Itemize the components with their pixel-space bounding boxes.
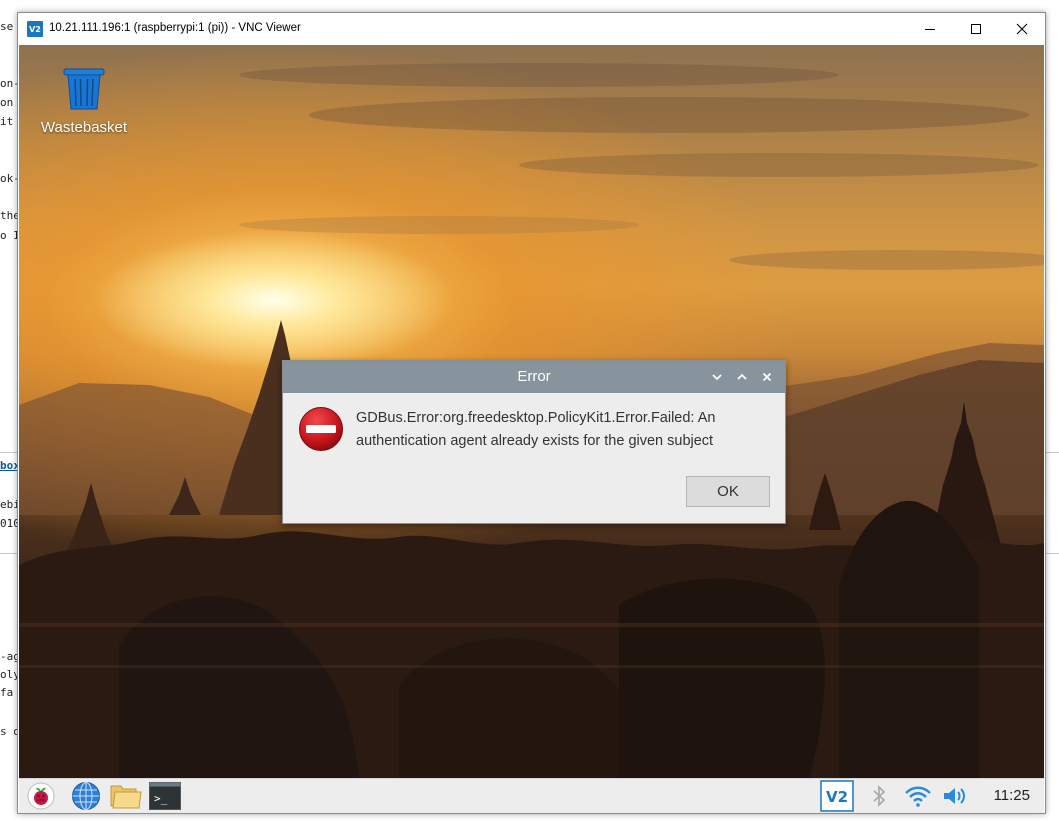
background-text-line: on-(	[0, 77, 18, 90]
chevron-down-icon	[712, 374, 722, 381]
error-dialog: Error GDBus.Error:org.freedesktop.Policy…	[282, 360, 786, 524]
vnc-titlebar[interactable]: V2 10.21.111.196:1 (raspberrypi:1 (pi)) …	[18, 13, 1045, 45]
background-text-line: the	[0, 209, 18, 222]
vnc-tray-icon: V2	[820, 780, 854, 812]
background-text-line: -age	[0, 650, 18, 663]
background-text-line: se s	[0, 20, 18, 33]
dialog-message: GDBus.Error:org.freedesktop.PolicyKit1.E…	[356, 410, 716, 449]
web-browser-button[interactable]	[70, 782, 102, 810]
bluetooth-icon	[873, 785, 886, 807]
folder-icon	[110, 785, 142, 809]
vnc-app-icon[interactable]: V2	[27, 21, 43, 37]
vnc-tray-text: V2	[826, 788, 848, 806]
clock[interactable]: 11:25	[994, 779, 1030, 813]
wallpaper-clouds	[239, 63, 1044, 270]
terminal-icon: >_	[149, 782, 181, 810]
file-manager-button[interactable]	[109, 782, 143, 810]
raspberry-icon	[27, 782, 55, 810]
background-text-line: 010	[0, 517, 18, 530]
wastebasket-desktop-icon[interactable]: Wastebasket	[29, 67, 139, 136]
vnc-viewer-window: V2 10.21.111.196:1 (raspberrypi:1 (pi)) …	[17, 12, 1046, 814]
taskbar: >_ V2 11:25	[19, 778, 1044, 813]
raspberry-menu-button[interactable]	[25, 782, 57, 810]
volume-button[interactable]	[940, 782, 970, 810]
bluetooth-button[interactable]	[867, 782, 891, 810]
dialog-minimize-button[interactable]	[709, 369, 725, 385]
wifi-icon	[905, 786, 931, 807]
error-icon	[299, 407, 343, 451]
background-window: se s on-( on it ok-p the o I box ebi 010…	[0, 0, 18, 821]
dialog-titlebar[interactable]: Error	[283, 361, 785, 393]
wastebasket-label: Wastebasket	[40, 119, 128, 136]
close-icon	[762, 372, 772, 382]
background-divider	[0, 452, 18, 453]
background-text-line: it	[0, 115, 14, 128]
terminal-button[interactable]: >_	[148, 782, 182, 810]
window-title: 10.21.111.196:1 (raspberrypi:1 (pi)) - V…	[49, 22, 301, 34]
maximize-button[interactable]	[953, 13, 999, 45]
close-icon	[1016, 23, 1028, 35]
globe-icon	[72, 782, 100, 810]
dialog-maximize-button[interactable]	[734, 369, 750, 385]
background-divider	[0, 553, 18, 554]
chevron-up-icon	[737, 373, 747, 380]
close-button[interactable]	[999, 13, 1045, 45]
background-text-line: ebi	[0, 498, 18, 511]
minimize-icon	[925, 29, 935, 30]
speaker-icon	[944, 788, 965, 804]
background-text-line: s o	[0, 725, 18, 738]
background-text-line: ok-p	[0, 172, 18, 185]
ok-button[interactable]: OK	[686, 476, 770, 507]
background-text-line: o I	[0, 229, 18, 242]
maximize-icon	[971, 24, 981, 34]
background-text-line: oly	[0, 668, 18, 681]
wastebasket-icon	[63, 68, 105, 110]
dialog-close-button[interactable]	[759, 369, 775, 385]
background-link: box	[0, 459, 18, 472]
minimize-button[interactable]	[907, 13, 953, 45]
background-text-line: on	[0, 96, 14, 109]
svg-text:>_: >_	[154, 792, 168, 805]
remote-desktop[interactable]: Wastebasket Error GDBus.Error:org.freede…	[19, 45, 1044, 778]
vnc-app-icon-text: V2	[29, 24, 41, 34]
vnc-server-tray-button[interactable]: V2	[819, 780, 855, 812]
wifi-button[interactable]	[903, 782, 933, 810]
background-text-line: fa	[0, 686, 14, 699]
